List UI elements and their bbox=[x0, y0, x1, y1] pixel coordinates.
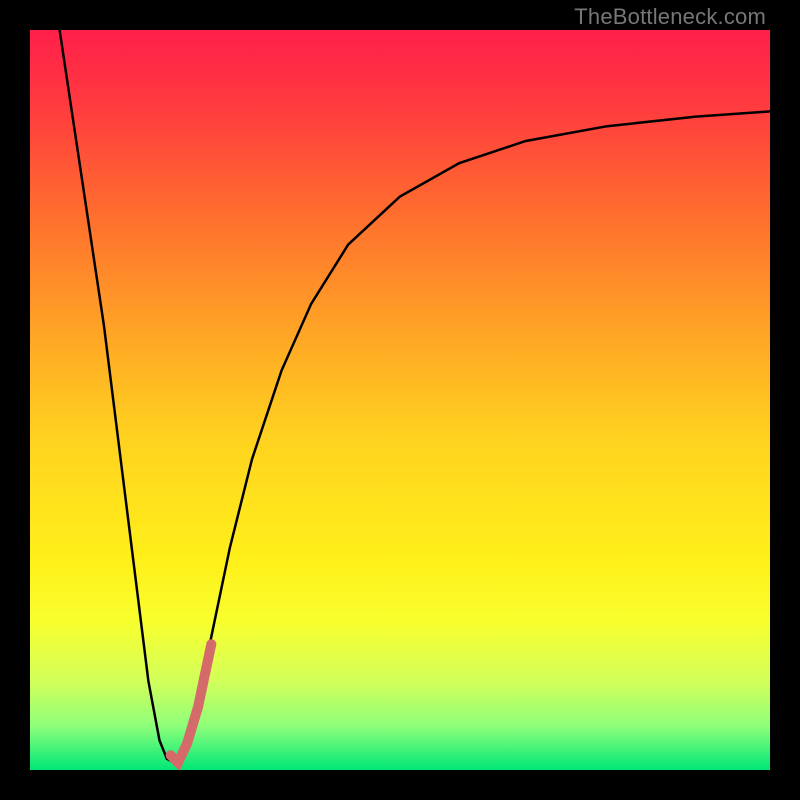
chart-background bbox=[30, 30, 770, 770]
chart-plot bbox=[30, 30, 770, 770]
watermark-text: TheBottleneck.com bbox=[574, 4, 766, 30]
chart-frame: TheBottleneck.com bbox=[0, 0, 800, 800]
